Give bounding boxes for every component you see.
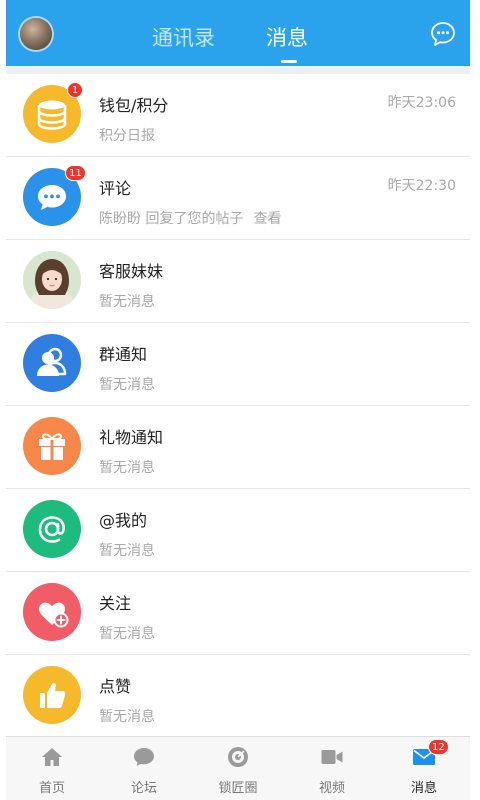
heart-plus-icon [23, 583, 81, 641]
message-title: 评论 [99, 179, 132, 198]
tabbar-label: 锁匠圈 [218, 781, 258, 796]
comment-icon: 11 [23, 165, 86, 226]
wallet-coins-icon: 1 [23, 82, 83, 143]
group-icon [23, 334, 81, 392]
target-icon [226, 745, 250, 769]
tabbar-locksmith-circle[interactable]: 锁匠圈 [192, 737, 284, 800]
forum-icon [132, 745, 156, 769]
user-avatar[interactable] [20, 18, 52, 50]
message-title: 礼物通知 [99, 428, 164, 447]
top-header: 通讯录 消息 [6, 0, 470, 66]
tabbar-messages[interactable]: 12 消息 [378, 737, 470, 800]
message-time: 昨天23:06 [387, 95, 456, 111]
message-list: 1 钱包/积分 积分日报 昨天23:06 11 评论 陈盼盼 回复了您的帖子 查看… [6, 74, 470, 738]
unread-badge: 12 [428, 739, 449, 755]
message-row-gift[interactable]: 礼物通知 暂无消息 [6, 406, 470, 489]
message-subtitle: 暂无消息 [99, 626, 155, 642]
tabbar-video[interactable]: 视频 [286, 737, 378, 800]
tabbar-label: 首页 [38, 781, 65, 796]
message-title: 客服妹妹 [99, 262, 164, 281]
message-row-support[interactable]: 客服妹妹 暂无消息 [6, 240, 470, 323]
home-icon [40, 745, 64, 769]
message-subtitle: 积分日报 [99, 128, 155, 144]
message-row-comments[interactable]: 11 评论 陈盼盼 回复了您的帖子 查看 昨天22:30 [6, 157, 470, 240]
support-avatar [23, 251, 81, 309]
message-subtitle: 暂无消息 [99, 460, 155, 476]
unread-badge: 11 [65, 165, 86, 181]
message-row-likes[interactable]: 点赞 暂无消息 [6, 655, 470, 738]
message-title: 钱包/积分 [99, 96, 169, 115]
message-time: 昨天22:30 [387, 178, 456, 194]
tabbar-forum[interactable]: 论坛 [98, 737, 190, 800]
view-link[interactable]: 查看 [253, 211, 281, 227]
video-icon [320, 745, 344, 769]
message-title: 群通知 [99, 345, 148, 364]
header-gap [6, 66, 470, 74]
message-row-group[interactable]: 群通知 暂无消息 [6, 323, 470, 406]
chat-bubble-icon[interactable] [429, 20, 457, 48]
message-subtitle: 暂无消息 [99, 294, 155, 310]
message-subtitle: 暂无消息 [99, 709, 155, 725]
unread-badge: 1 [67, 82, 83, 98]
message-row-mentions[interactable]: @我的 暂无消息 [6, 489, 470, 572]
message-subtitle: 暂无消息 [99, 543, 155, 559]
message-subtitle: 陈盼盼 回复了您的帖子 查看 [99, 211, 282, 227]
tabbar-label: 视频 [318, 781, 345, 796]
message-row-wallet[interactable]: 1 钱包/积分 积分日报 昨天23:06 [6, 74, 470, 157]
thumbs-up-icon [23, 666, 81, 724]
bottom-tab-bar: 首页 论坛 锁匠圈 视频 12 消息 [6, 736, 470, 800]
tab-contacts[interactable]: 通讯录 [152, 22, 215, 52]
active-tab-indicator [281, 60, 297, 63]
message-subtitle: 暂无消息 [99, 377, 155, 393]
tab-messages[interactable]: 消息 [266, 22, 308, 52]
tabbar-home[interactable]: 首页 [6, 737, 98, 800]
tabbar-label: 消息 [410, 781, 437, 796]
message-row-follow[interactable]: 关注 暂无消息 [6, 572, 470, 655]
at-icon [23, 500, 81, 558]
app-frame: 通讯录 消息 1 钱包/积分 积分日报 昨天23:06 11 评论 陈盼盼 回复… [6, 0, 470, 800]
gift-icon [23, 417, 81, 475]
message-title: 关注 [99, 594, 132, 613]
message-title: 点赞 [99, 677, 132, 696]
tabbar-label: 论坛 [130, 781, 157, 796]
message-title: @我的 [99, 511, 148, 530]
